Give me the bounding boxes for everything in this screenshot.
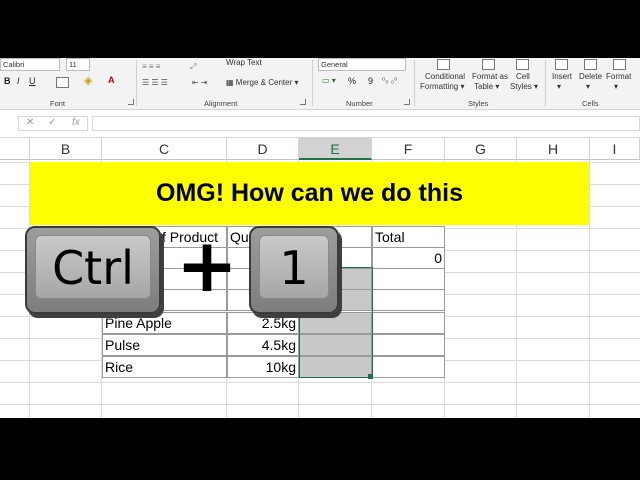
align-left-icon[interactable]: ☰ ☰ ☰ bbox=[142, 78, 168, 87]
conditional-formatting-text: Formatting bbox=[420, 82, 459, 91]
cancel-icon[interactable]: ✕ bbox=[26, 117, 34, 128]
delete-cells-icon[interactable] bbox=[584, 59, 597, 70]
cell-styles-label-1[interactable]: Cell bbox=[516, 72, 530, 81]
cell-styles-label-2[interactable]: Styles ▾ bbox=[510, 82, 538, 91]
conditional-formatting-icon[interactable] bbox=[437, 59, 450, 70]
table-row-cell[interactable] bbox=[372, 356, 445, 378]
insert-cells-icon[interactable] bbox=[555, 59, 568, 70]
decimal-icon[interactable]: ⁰₀ ₀⁰ bbox=[382, 76, 397, 85]
table-row-cell[interactable] bbox=[372, 334, 445, 356]
font-name-dropdown[interactable]: Calibri bbox=[0, 58, 60, 71]
orientation-icon[interactable]: ⤢ bbox=[190, 62, 196, 72]
align-top-icon[interactable]: ≡ ≡ ≡ bbox=[142, 62, 160, 71]
column-header-h[interactable]: H bbox=[517, 138, 590, 160]
ribbon-divider bbox=[136, 60, 137, 106]
column-header-c[interactable]: C bbox=[102, 138, 227, 160]
enter-icon[interactable]: ✓ bbox=[48, 117, 56, 128]
column-header-f[interactable]: F bbox=[372, 138, 445, 160]
format-button[interactable]: Format bbox=[606, 72, 631, 81]
one-keycap: 1 bbox=[249, 226, 339, 314]
italic-button[interactable]: I bbox=[17, 76, 20, 86]
table-row-cell[interactable] bbox=[372, 289, 445, 311]
select-all-corner[interactable] bbox=[0, 138, 30, 160]
column-header-e[interactable]: E bbox=[299, 138, 372, 160]
formula-input[interactable] bbox=[92, 116, 640, 131]
cell-styles-text: Styles bbox=[510, 82, 532, 91]
selected-cell[interactable] bbox=[299, 312, 372, 334]
quantity-cell[interactable]: 10kg bbox=[227, 356, 299, 378]
ribbon-divider bbox=[312, 60, 313, 106]
borders-icon[interactable] bbox=[56, 77, 69, 88]
table-row-cell[interactable] bbox=[372, 312, 445, 334]
insert-dropdown-icon[interactable]: ▾ bbox=[557, 82, 561, 91]
fill-color-icon[interactable]: ◈ bbox=[84, 74, 92, 87]
video-letterbox-top bbox=[0, 0, 640, 58]
formula-bar: ✕ ✓ fx bbox=[0, 110, 640, 138]
delete-button[interactable]: Delete bbox=[579, 72, 602, 81]
number-group-label: Number bbox=[346, 99, 373, 108]
total-cell[interactable]: 0 bbox=[372, 247, 445, 269]
bold-button[interactable]: B bbox=[4, 76, 11, 86]
ctrl-key-label: Ctrl bbox=[35, 235, 151, 299]
cell-styles-icon[interactable] bbox=[516, 59, 529, 70]
currency-icon[interactable]: ▭ ▾ bbox=[322, 76, 336, 85]
font-color-icon[interactable]: A bbox=[108, 75, 115, 85]
ribbon-divider bbox=[414, 60, 415, 106]
number-dialog-launcher-icon[interactable] bbox=[404, 99, 410, 105]
column-header-d[interactable]: D bbox=[227, 138, 299, 160]
quantity-cell[interactable]: 4.5kg bbox=[227, 334, 299, 356]
banner-cell[interactable]: OMG! How can we do this bbox=[30, 162, 589, 225]
ribbon: Calibri 11 B I U ◈ A Font ≡ ≡ ≡ ⤢ Wrap T… bbox=[0, 58, 640, 110]
format-cells-icon[interactable] bbox=[613, 59, 626, 70]
column-header-b[interactable]: B bbox=[30, 138, 102, 160]
format-as-table-icon[interactable] bbox=[482, 59, 495, 70]
table-header-total[interactable]: Total bbox=[372, 226, 445, 248]
format-dropdown-icon[interactable]: ▾ bbox=[614, 82, 618, 91]
ctrl-keycap: Ctrl bbox=[25, 226, 161, 314]
quantity-cell[interactable]: 2.5kg bbox=[227, 312, 299, 334]
format-as-table-text: Table bbox=[474, 82, 494, 91]
format-as-table-label-1[interactable]: Format as bbox=[472, 72, 508, 81]
product-cell[interactable]: Pulse bbox=[102, 334, 227, 356]
styles-group-label: Styles bbox=[468, 99, 489, 108]
conditional-formatting-label-2[interactable]: Formatting ▾ bbox=[420, 82, 464, 91]
indent-icon[interactable]: ⇤ ⇥ bbox=[192, 78, 208, 87]
insert-function-icon[interactable]: fx bbox=[72, 117, 80, 128]
table-row-cell[interactable] bbox=[372, 268, 445, 290]
conditional-formatting-label-1[interactable]: Conditional bbox=[422, 72, 468, 81]
number-format-dropdown[interactable]: General bbox=[318, 58, 406, 71]
alignment-dialog-launcher-icon[interactable] bbox=[300, 99, 306, 105]
percent-button[interactable]: % bbox=[348, 76, 356, 86]
cells-group-label: Cells bbox=[582, 99, 599, 108]
selected-cell[interactable] bbox=[299, 334, 372, 356]
column-header-g[interactable]: G bbox=[445, 138, 517, 160]
column-header-i[interactable]: I bbox=[590, 138, 640, 160]
delete-dropdown-icon[interactable]: ▾ bbox=[586, 82, 590, 91]
font-size-dropdown[interactable]: 11 bbox=[66, 58, 90, 71]
product-cell[interactable]: Rice bbox=[102, 356, 227, 378]
merge-center-button[interactable]: ▦ Merge & Center ▾ bbox=[226, 78, 299, 87]
ribbon-divider bbox=[545, 60, 546, 106]
font-group-label: Font bbox=[50, 99, 66, 108]
product-cell[interactable]: Pine Apple bbox=[102, 312, 227, 334]
selected-cell[interactable] bbox=[299, 356, 372, 378]
comma-style-button[interactable]: 9 bbox=[368, 76, 373, 86]
alignment-group-label: Alignment bbox=[204, 99, 238, 108]
merge-center-label: Merge & Center bbox=[235, 78, 293, 87]
video-letterbox-bottom bbox=[0, 418, 640, 480]
fill-handle[interactable] bbox=[368, 374, 373, 379]
font-dialog-launcher-icon[interactable] bbox=[128, 99, 134, 105]
one-key-label: 1 bbox=[259, 235, 329, 299]
plus-symbol: + bbox=[176, 223, 239, 309]
underline-button[interactable]: U bbox=[29, 76, 36, 86]
wrap-text-button[interactable]: Wrap Text bbox=[226, 58, 262, 67]
format-as-table-label-2[interactable]: Table ▾ bbox=[474, 82, 499, 91]
insert-button[interactable]: Insert bbox=[552, 72, 572, 81]
